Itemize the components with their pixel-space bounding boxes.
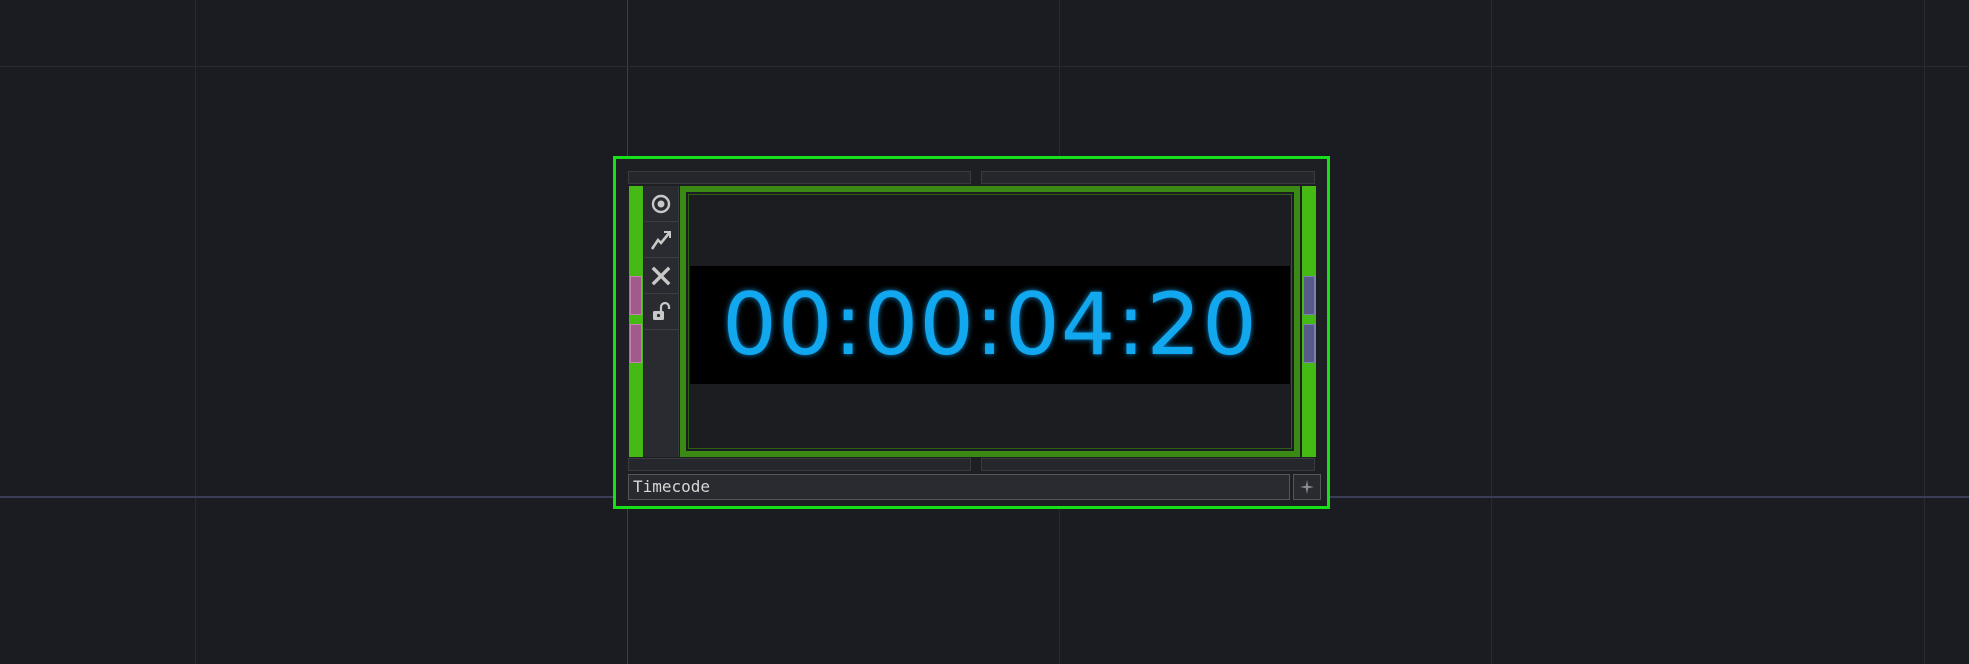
grid-line [0,66,1969,67]
output-connector[interactable] [1303,324,1315,363]
grid-line [195,0,196,664]
node-viewer[interactable]: 00:00:04:20 [680,186,1300,457]
output-strip [1302,186,1316,457]
lock-button[interactable] [644,294,678,330]
node-bottom-bar [628,458,971,471]
network-editor[interactable]: 00:00:04:20 Timecode [0,0,1969,664]
timecode-display: 00:00:04:20 [690,266,1290,384]
bypass-button[interactable] [644,222,678,258]
input-connector[interactable] [630,276,642,315]
viewer-toggle-button[interactable] [644,186,678,222]
node-name-field[interactable]: Timecode [628,474,1290,500]
bypass-icon [650,230,672,250]
timecode-node[interactable]: 00:00:04:20 Timecode [613,156,1330,509]
node-top-bar [981,171,1315,184]
input-connector[interactable] [630,324,642,363]
node-add-button[interactable] [1293,474,1321,500]
plus-icon [1300,480,1314,494]
output-connector[interactable] [1303,276,1315,315]
grid-line [1924,0,1925,664]
input-strip [629,186,643,457]
timecode-value: 00:00:04:20 [722,275,1258,375]
grid-line [1491,0,1492,664]
lock-icon [653,301,671,320]
node-flag-toolbar [644,186,679,457]
viewer-area: 00:00:04:20 [688,194,1292,449]
node-bottom-bar [981,458,1315,471]
close-icon [651,266,671,285]
delete-button[interactable] [644,258,678,294]
node-top-bar [628,171,971,184]
viewer-active-icon [651,194,671,213]
